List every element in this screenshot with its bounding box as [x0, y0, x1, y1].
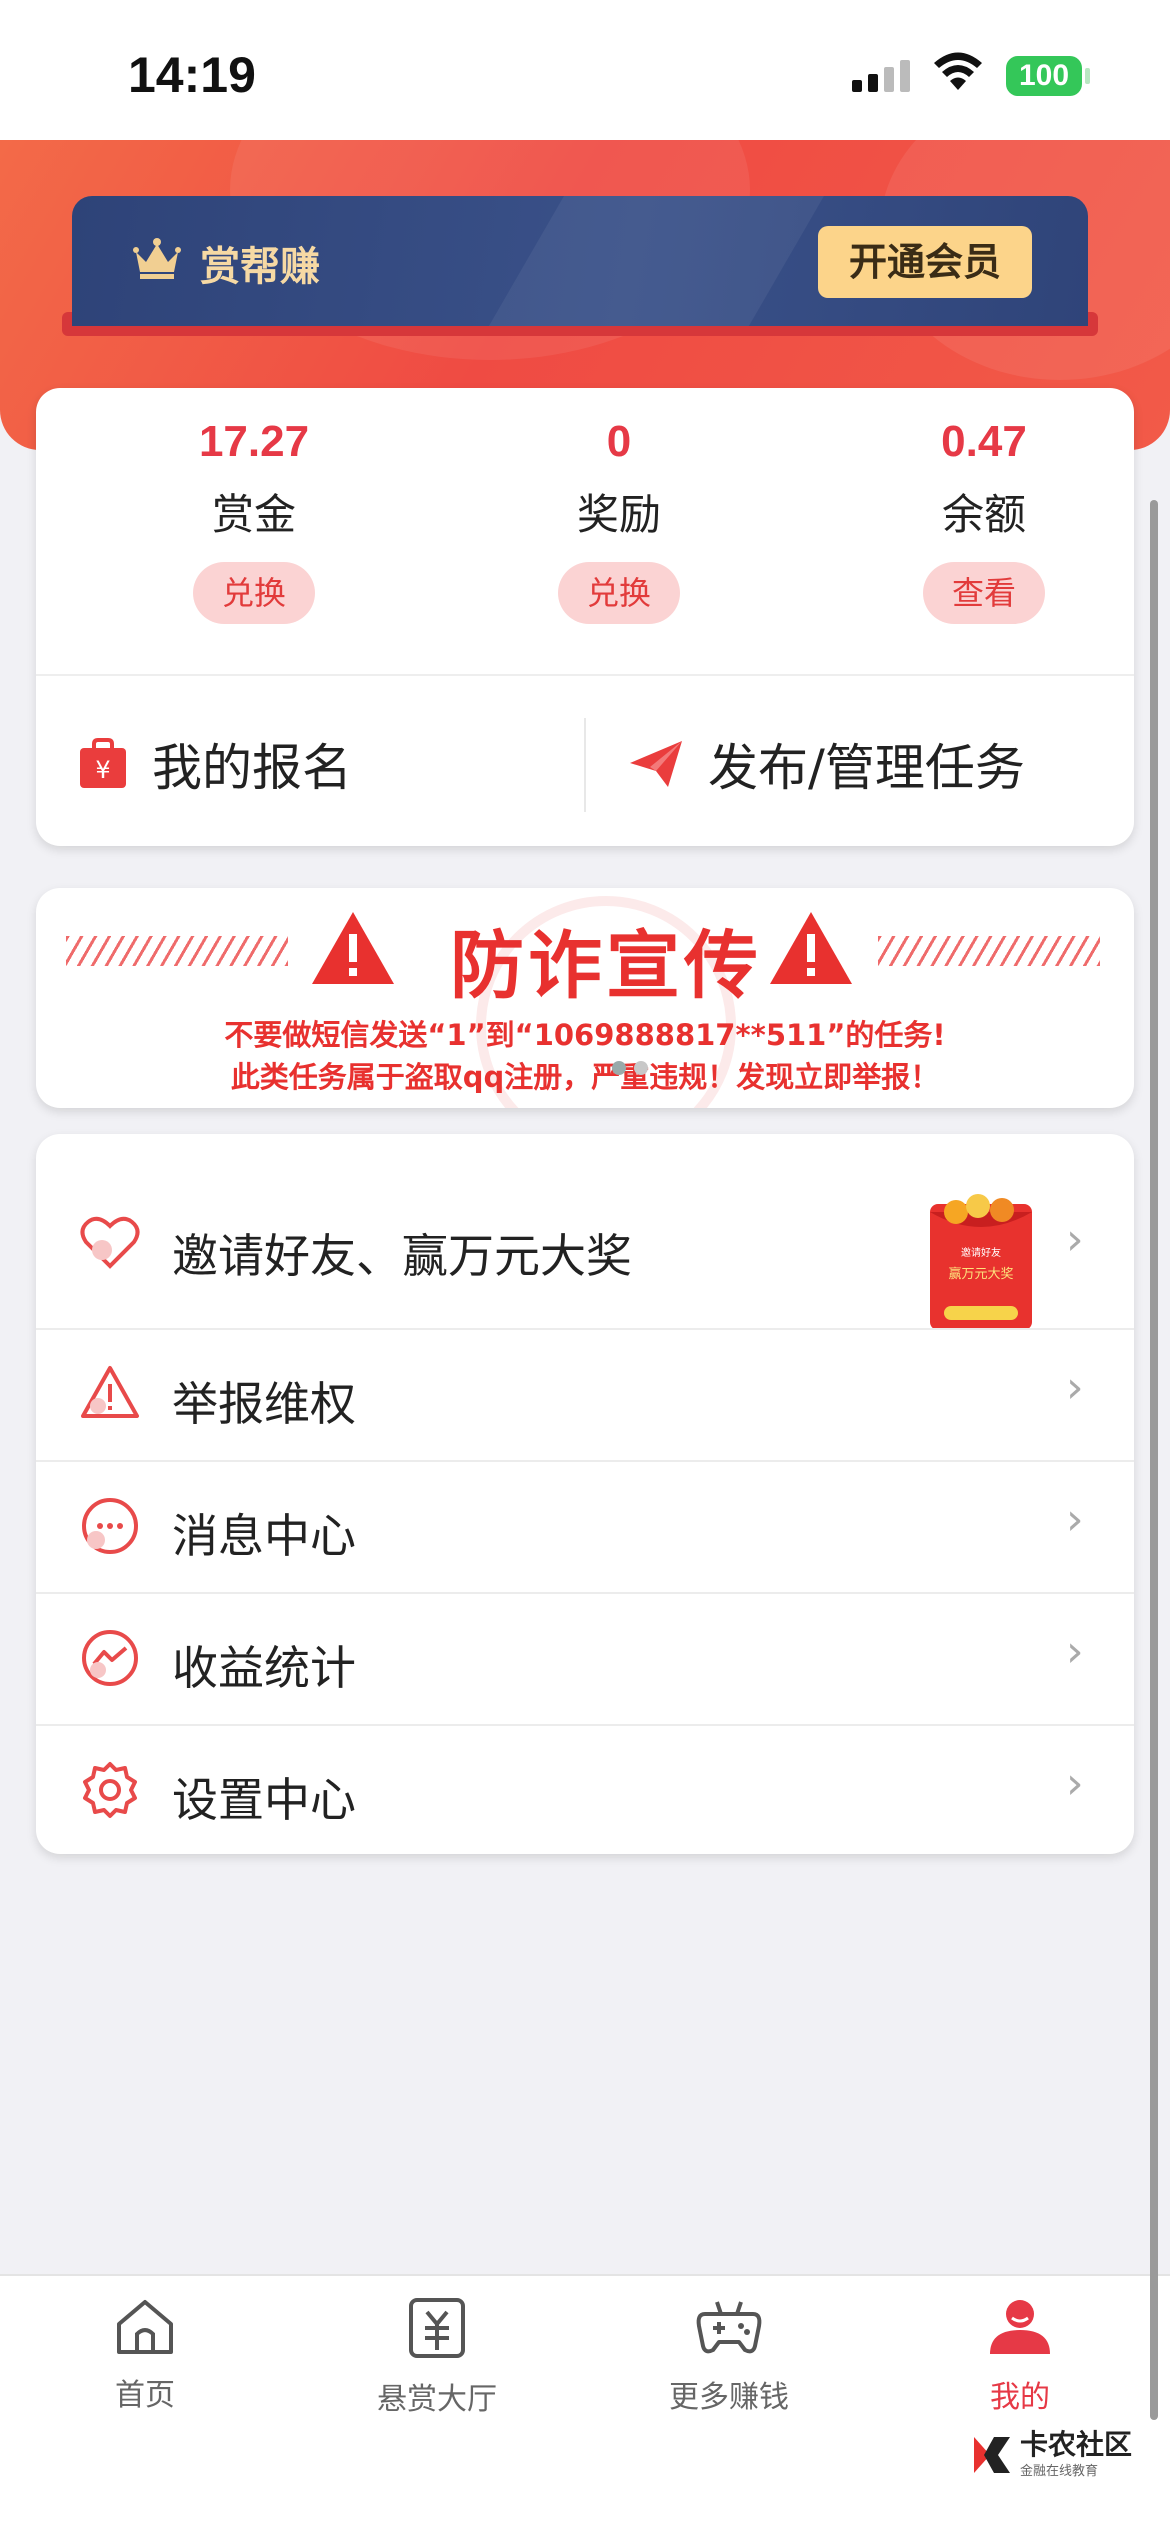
home-icon	[117, 2300, 173, 2354]
hatch-decoration	[878, 936, 1100, 966]
menu-label: 举报维权	[172, 1377, 356, 1431]
anti-fraud-line-1: 不要做短信发送“1”到“1069888817**511”的任务!	[224, 1018, 946, 1052]
warning-icon	[81, 1366, 139, 1418]
balance-card: 17.27 赏金 兑换 0 奖励 兑换 0.47 余额 查看 ¥ 我的报名 发布…	[36, 388, 1134, 846]
crown-icon	[133, 238, 181, 279]
menu-label: 设置中心	[172, 1773, 356, 1827]
anti-fraud-line-2: 此类任务属于盗取qq注册，严重违规！发现立即举报！	[230, 1060, 940, 1094]
battery-tip	[1085, 68, 1090, 84]
invite-red-envelope-image: 邀请好友 赢万元大奖	[916, 1194, 1046, 1334]
menu-label: 消息中心	[172, 1509, 356, 1563]
svg-text:¥: ¥	[95, 756, 110, 784]
redpack-top-text: 邀请好友	[961, 1246, 1001, 1259]
tab-label: 更多赚钱	[669, 2380, 789, 2415]
watermark-subtitle: 金融在线教育	[1020, 2464, 1099, 2479]
carousel-dot	[612, 1061, 626, 1075]
chevron-right-icon: ›	[1066, 1214, 1084, 1265]
balance-view-button[interactable]: 查看	[923, 562, 1045, 624]
heart-icon	[80, 1216, 140, 1269]
warning-icon	[770, 912, 852, 984]
menu-item-messages[interactable]: 消息中心 ›	[36, 1462, 1134, 1592]
menu-label: 邀请好友、赢万元大奖	[172, 1229, 632, 1283]
warning-icon	[312, 912, 394, 984]
stat-reward: 0 奖励 兑换	[469, 412, 769, 624]
tab-label: 悬赏大厅	[377, 2382, 497, 2417]
open-membership-button[interactable]: 开通会员	[818, 226, 1032, 298]
reward-exchange-button[interactable]: 兑换	[558, 562, 680, 624]
tab-label: 首页	[115, 2378, 175, 2413]
menu-item-settings[interactable]: 设置中心 ›	[36, 1726, 1134, 1854]
balance-value: 0.47	[941, 417, 1027, 466]
stat-bounty: 17.27 赏金 兑换	[104, 412, 404, 624]
bag-icon: ¥	[80, 738, 126, 788]
chevron-right-icon: ›	[1066, 1494, 1084, 1545]
bounty-label: 赏金	[211, 490, 296, 539]
bounty-value: 17.27	[198, 417, 310, 466]
vip-title: 赏帮赚	[200, 244, 320, 290]
user-icon	[990, 2300, 1050, 2354]
logo-icon	[974, 2436, 1010, 2473]
menu-label: 收益统计	[172, 1641, 356, 1695]
chat-icon	[82, 1498, 138, 1554]
tab-home[interactable]: 首页	[35, 2296, 255, 2414]
reward-value: 0	[606, 417, 632, 466]
menu-list: 邀请好友、赢万元大奖 邀请好友 赢万元大奖 › 举报维权 › 消息中心 › 收益…	[36, 1134, 1134, 1854]
carousel-dot	[634, 1061, 648, 1075]
carousel-indicator	[612, 1060, 656, 1079]
tab-label: 我的	[990, 2380, 1050, 2415]
watermark-title: 卡农社区	[1020, 2428, 1133, 2461]
publish-manage-tasks-button[interactable]: 发布/管理任务	[628, 708, 1108, 820]
community-watermark: 卡农社区 金融在线教育	[970, 2430, 1132, 2479]
paper-plane-icon	[630, 741, 682, 787]
menu-item-invite[interactable]: 邀请好友、赢万元大奖 邀请好友 赢万元大奖 ›	[36, 1164, 1134, 1330]
gear-icon	[83, 1762, 137, 1818]
tab-bounty-hall[interactable]: 悬赏大厅	[327, 2296, 547, 2418]
battery-indicator: 100	[1006, 56, 1082, 96]
scrollbar[interactable]	[1150, 500, 1158, 2420]
balance-label: 余额	[941, 490, 1026, 539]
chevron-right-icon: ›	[1066, 1758, 1084, 1809]
divider	[36, 674, 1134, 676]
status-time: 14:19	[128, 47, 256, 103]
chevron-right-icon: ›	[1066, 1626, 1084, 1677]
chart-icon	[82, 1630, 138, 1686]
menu-item-earnings[interactable]: 收益统计 ›	[36, 1594, 1134, 1724]
tab-mine[interactable]: 我的	[910, 2296, 1130, 2416]
tab-more-earnings[interactable]: 更多赚钱	[619, 2296, 839, 2416]
signal-icon	[852, 60, 910, 92]
reward-label: 奖励	[576, 490, 661, 539]
divider	[584, 718, 586, 812]
my-signups-label: 我的报名	[152, 739, 352, 797]
yuan-icon	[409, 2298, 465, 2358]
gamepad-icon	[696, 2301, 762, 2354]
stat-balance: 0.47 余额 查看	[834, 412, 1134, 624]
anti-fraud-title: 防诈宣传	[450, 923, 762, 1009]
redpack-main-text: 赢万元大奖	[948, 1266, 1013, 1282]
wifi-icon	[934, 52, 982, 90]
chevron-right-icon: ›	[1066, 1362, 1084, 1413]
bounty-exchange-button[interactable]: 兑换	[193, 562, 315, 624]
publish-manage-label: 发布/管理任务	[708, 739, 1025, 797]
hatch-decoration	[66, 936, 288, 966]
anti-fraud-banner[interactable]: 防诈宣传 不要做短信发送“1”到“1069888817**511”的任务! 此类…	[36, 888, 1134, 1108]
bottom-tab-bar: 首页 悬赏大厅 更多赚钱 我的	[0, 2274, 1170, 2532]
status-bar: 14:19 100	[0, 0, 1170, 140]
my-signups-button[interactable]: ¥ 我的报名	[78, 708, 578, 820]
menu-item-report[interactable]: 举报维权 ›	[36, 1330, 1134, 1460]
vip-banner[interactable]: 赏帮赚 开通会员	[72, 196, 1088, 326]
